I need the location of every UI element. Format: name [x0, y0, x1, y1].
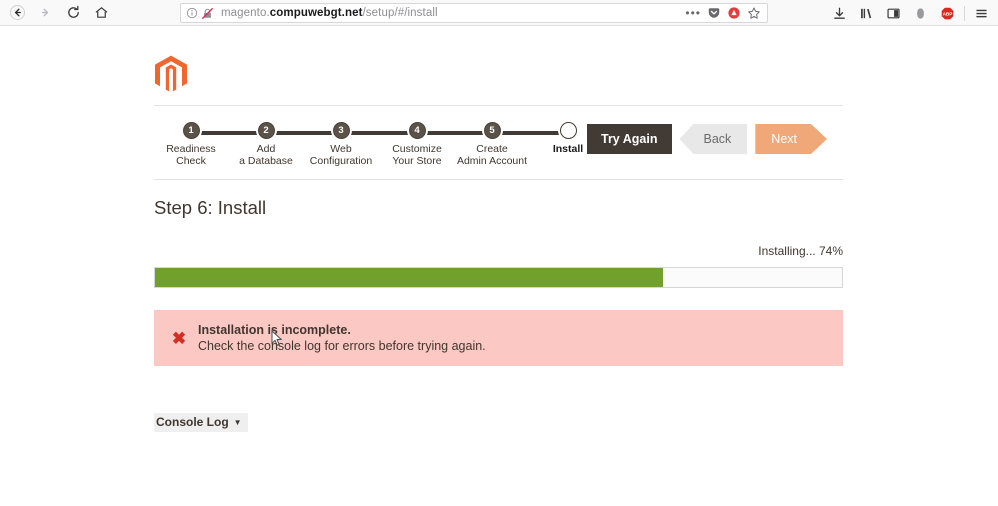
arrow-right-icon: [38, 5, 53, 20]
try-again-button[interactable]: Try Again: [587, 124, 672, 154]
next-button-wizard[interactable]: Next: [755, 124, 827, 154]
console-log-label: Console Log: [156, 415, 229, 429]
extension-icon[interactable]: [727, 6, 741, 20]
step-label-2: Add a Database: [239, 144, 293, 167]
hamburger-menu-icon[interactable]: [968, 1, 995, 25]
toolbar-divider: [964, 6, 965, 21]
step-dot-5: 5: [484, 122, 501, 139]
step-dot-4: 4: [409, 122, 426, 139]
wizard-nav-panel: 1 Readiness Check 2 Add a Database 3 Web…: [154, 105, 843, 180]
error-banner: ✖ Installation is incomplete. Check the …: [154, 310, 843, 366]
step-label-5: Create Admin Account: [457, 144, 527, 167]
url-text: magento.compuwebgt.net/setup/#/install: [214, 7, 438, 19]
reload-button[interactable]: [60, 2, 86, 24]
star-icon[interactable]: [747, 6, 761, 20]
step-label-4: Customize Your Store: [392, 144, 442, 167]
pocket-icon[interactable]: [707, 6, 721, 20]
arrow-left-icon: [10, 5, 25, 20]
step-dot-2: 2: [258, 122, 275, 139]
svg-text:ABP: ABP: [943, 11, 953, 16]
page-title: Step 6: Install: [154, 197, 266, 219]
adblock-plus-icon[interactable]: ABP: [934, 1, 961, 25]
url-bar[interactable]: magento.compuwebgt.net/setup/#/install •…: [180, 3, 768, 23]
url-bar-actions: •••: [685, 6, 767, 20]
step-dot-1: 1: [183, 122, 200, 139]
step-dot-6: [560, 122, 577, 139]
info-circle-icon[interactable]: [186, 7, 198, 19]
page-actions-icon[interactable]: •••: [685, 9, 701, 17]
toolbar-right-icons: ABP: [826, 0, 998, 26]
sidebar-icon[interactable]: [880, 1, 907, 25]
home-icon: [94, 5, 109, 20]
home-button[interactable]: [88, 2, 114, 24]
forward-button[interactable]: [32, 2, 58, 24]
url-prefix: magento.: [221, 7, 270, 19]
crossed-lock-icon[interactable]: [201, 7, 214, 20]
progress-status-text: Installing... 74%: [758, 244, 843, 258]
install-progress-fill: [155, 268, 663, 287]
error-title: Installation is incomplete.: [198, 323, 486, 338]
navigation-buttons: [0, 2, 114, 24]
install-progress-bar: [154, 267, 843, 288]
error-x-icon: ✖: [168, 330, 190, 347]
error-subtitle: Check the console log for errors before …: [198, 338, 486, 354]
magento-logo: [154, 55, 188, 93]
installer-page: 1 Readiness Check 2 Add a Database 3 Web…: [0, 27, 998, 506]
step-label-3: Web Configuration: [310, 144, 372, 167]
url-path: /setup/#/install: [363, 7, 438, 19]
step-label-1: Readiness Check: [166, 144, 216, 167]
browser-toolbar: magento.compuwebgt.net/setup/#/install •…: [0, 0, 998, 26]
step-dot-3: 3: [333, 122, 350, 139]
back-button[interactable]: [4, 2, 30, 24]
chevron-down-icon: ▼: [234, 418, 242, 427]
console-log-toggle[interactable]: Console Log ▼: [154, 413, 248, 432]
account-icon[interactable]: [907, 1, 934, 25]
url-domain: compuwebgt.net: [270, 7, 363, 19]
downloads-icon[interactable]: [826, 1, 853, 25]
wizard-buttons: Try Again Back Next: [587, 124, 827, 154]
reload-icon: [66, 5, 81, 20]
error-message: Installation is incomplete. Check the co…: [198, 323, 486, 354]
library-icon[interactable]: [853, 1, 880, 25]
step-label-6: Install: [553, 144, 583, 156]
back-button-wizard[interactable]: Back: [680, 124, 748, 154]
url-bar-icons: [181, 7, 214, 20]
step-indicator: 1 Readiness Check 2 Add a Database 3 Web…: [154, 106, 584, 181]
